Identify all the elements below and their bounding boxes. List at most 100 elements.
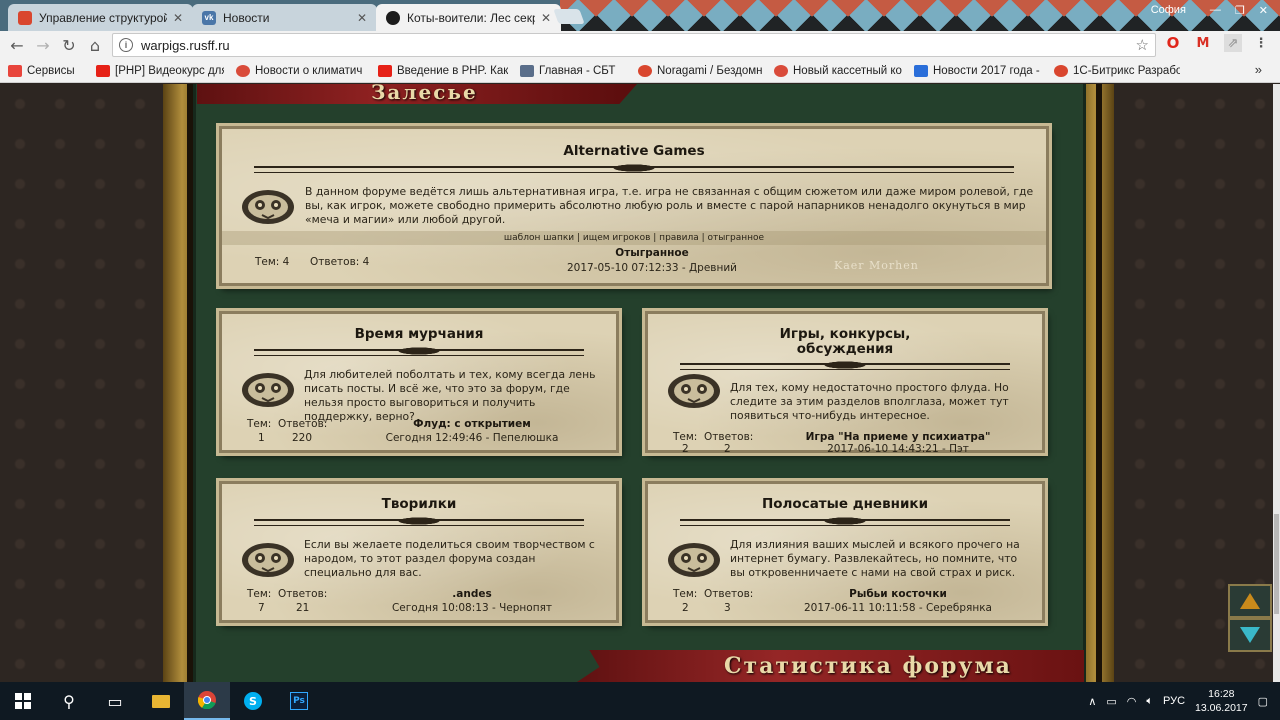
extension-icon[interactable]: ⇗ xyxy=(1224,34,1242,52)
info-icon[interactable]: i xyxy=(119,38,133,52)
search-icon[interactable]: ⚲ xyxy=(46,682,92,720)
last-post-title[interactable]: Отыгранное xyxy=(552,247,752,259)
forum-card-striped-diaries[interactable]: Полосатые дневники Для излияния ваших мы… xyxy=(645,481,1045,623)
address-bar[interactable]: i warpigs.rusff.ru ☆ xyxy=(112,33,1156,57)
topics-label: Тем: xyxy=(247,588,272,600)
windows-start-icon[interactable] xyxy=(0,682,46,720)
cat-crest-icon xyxy=(240,187,296,225)
file-explorer-icon[interactable] xyxy=(138,682,184,720)
forum-card-alternative-games[interactable]: Alternative Games В данном форуме ведётс… xyxy=(219,126,1049,286)
last-post-info: Сегодня 10:08:13 - Чернопят xyxy=(391,602,553,614)
new-tab-button[interactable] xyxy=(553,9,585,24)
forum-title[interactable]: Творилки xyxy=(222,497,616,512)
bookmark-item[interactable]: 1С-Битрикс Разрабо xyxy=(1054,64,1180,77)
forum-title[interactable]: Alternative Games xyxy=(222,144,1046,159)
bookmark-item[interactable]: Главная - СБТ xyxy=(520,64,626,77)
bookmark-item[interactable]: Введение в PHP. Как xyxy=(378,64,508,77)
window-controls: София — ❐ ✕ xyxy=(1151,0,1280,20)
photoshop-icon[interactable]: Ps xyxy=(276,682,322,720)
ornament-divider xyxy=(254,514,584,528)
ornament-divider xyxy=(680,358,1010,372)
forum-card-purring-time[interactable]: Время мурчания Для любителей поболтать и… xyxy=(219,311,619,453)
site-icon xyxy=(914,64,928,77)
bookmark-item[interactable]: [PHP] Видеокурс для xyxy=(96,64,224,77)
bookmark-item[interactable]: Новости о климатич xyxy=(236,64,366,77)
last-post-title[interactable]: Игра "На приеме у психиатра" xyxy=(778,431,1018,443)
forum-title[interactable]: Полосатые дневники xyxy=(648,497,1042,512)
menu-icon[interactable]: ⋮ xyxy=(1252,34,1270,52)
close-window-icon[interactable]: ✕ xyxy=(1259,4,1268,17)
restore-icon[interactable]: ❐ xyxy=(1235,4,1245,17)
posts-label: Ответов: xyxy=(278,588,328,600)
gmail-icon[interactable]: M xyxy=(1194,34,1212,52)
volume-icon[interactable]: 🔈︎ xyxy=(1146,695,1153,708)
forum-title-line1[interactable]: Игры, конкурсы, xyxy=(648,327,1042,342)
tab-news[interactable]: vk Новости ✕ xyxy=(192,4,377,31)
scrollbar-thumb[interactable] xyxy=(1274,514,1279,614)
bookmark-label: Новый кассетный ко xyxy=(793,64,902,77)
minimize-icon[interactable]: — xyxy=(1210,4,1221,16)
wifi-icon[interactable]: ◠ xyxy=(1127,695,1137,708)
network-icon[interactable]: ▭ xyxy=(1106,695,1116,708)
forum-sublinks[interactable]: шаблон шапки | ищем игроков | правила | … xyxy=(222,231,1046,245)
scroll-down-button[interactable] xyxy=(1228,618,1272,652)
chevron-up-icon[interactable]: ∧ xyxy=(1088,695,1096,708)
notifications-icon[interactable]: ▢ xyxy=(1258,695,1268,708)
home-icon[interactable]: ⌂ xyxy=(82,33,108,57)
youtube-icon xyxy=(96,64,110,77)
ornament-divider xyxy=(254,344,584,358)
url-text: warpigs.rusff.ru xyxy=(141,37,230,53)
apps-icon xyxy=(8,64,22,77)
bookmarks-bar: Сервисы [PHP] Видеокурс для Новости о кл… xyxy=(0,59,1280,83)
youtube-icon xyxy=(378,64,392,77)
bookmark-item[interactable]: Новости 2017 года - xyxy=(914,64,1042,77)
last-post-title[interactable]: .andes xyxy=(372,588,572,600)
bookmarks-more-button[interactable]: » xyxy=(1255,62,1262,77)
forum-description: Для любителей поболтать и тех, кому всег… xyxy=(304,368,596,423)
scroll-up-button[interactable] xyxy=(1228,584,1272,618)
last-post-title[interactable]: Рыбьи косточки xyxy=(798,588,998,600)
forum-title[interactable]: Время мурчания xyxy=(222,327,616,342)
reload-icon[interactable]: ↻ xyxy=(56,33,82,57)
bookmark-item[interactable]: Noragami / Бездомн xyxy=(638,64,762,77)
vk-icon: vk xyxy=(202,10,216,25)
skype-icon[interactable]: S xyxy=(230,682,276,720)
topics-count: 2 xyxy=(682,602,689,614)
forum-title-line2[interactable]: обсуждения xyxy=(648,342,1042,357)
profile-name[interactable]: София xyxy=(1151,4,1186,16)
close-icon[interactable]: ✕ xyxy=(173,11,183,25)
topics-count: Тем: 4 xyxy=(255,256,290,268)
opera-icon[interactable]: O xyxy=(1164,34,1182,52)
system-tray: ∧ ▭ ◠ 🔈︎ РУС 16:28 13.06.2017 ▢ xyxy=(1088,682,1280,720)
ornament-divider xyxy=(680,514,1010,528)
tab-management[interactable]: Управление структурой ✕ xyxy=(8,4,193,31)
last-post-title[interactable]: Флуд: с открытием xyxy=(372,418,572,430)
bookmark-item[interactable]: Новый кассетный ко xyxy=(774,64,902,77)
forum-card-creations[interactable]: Творилки Если вы желаете поделиться свои… xyxy=(219,481,619,623)
posts-label: Ответов: xyxy=(704,431,754,443)
bookmark-star-icon[interactable]: ☆ xyxy=(1136,36,1149,54)
bookmark-label: Введение в PHP. Как xyxy=(397,64,508,77)
cat-crest-icon xyxy=(666,371,722,409)
forum-card-games-contests[interactable]: Игры, конкурсы, обсуждения Для тех, кому… xyxy=(645,311,1045,455)
news-icon xyxy=(774,64,788,77)
clock[interactable]: 16:28 13.06.2017 xyxy=(1195,687,1248,715)
bookmark-item[interactable]: Сервисы xyxy=(8,64,84,77)
bookmark-label: Сервисы xyxy=(27,64,75,77)
page-scrollbar[interactable] xyxy=(1273,84,1280,682)
topics-label: Тем: xyxy=(673,588,698,600)
forum-description: Для тех, кому недостаточно простого флуд… xyxy=(730,381,1009,422)
language-indicator[interactable]: РУС xyxy=(1163,695,1185,707)
chrome-icon[interactable] xyxy=(184,682,230,720)
task-view-icon[interactable]: ▭ xyxy=(92,682,138,720)
bookmark-label: Главная - СБТ xyxy=(539,64,616,77)
forward-icon[interactable]: → xyxy=(30,33,56,57)
last-post-info: 2017-05-10 07:12:33 - Древний xyxy=(566,262,737,274)
paw-icon xyxy=(386,10,400,25)
tab-warriors-cats[interactable]: Коты-воители: Лес секр ✕ xyxy=(376,4,561,31)
close-icon[interactable]: ✕ xyxy=(357,11,367,25)
close-icon[interactable]: ✕ xyxy=(541,11,551,25)
back-icon[interactable]: ← xyxy=(4,33,30,57)
last-post-info: 2017-06-10 14:43:21 - Пэт xyxy=(827,443,969,455)
topics-count: 2 xyxy=(682,443,689,455)
